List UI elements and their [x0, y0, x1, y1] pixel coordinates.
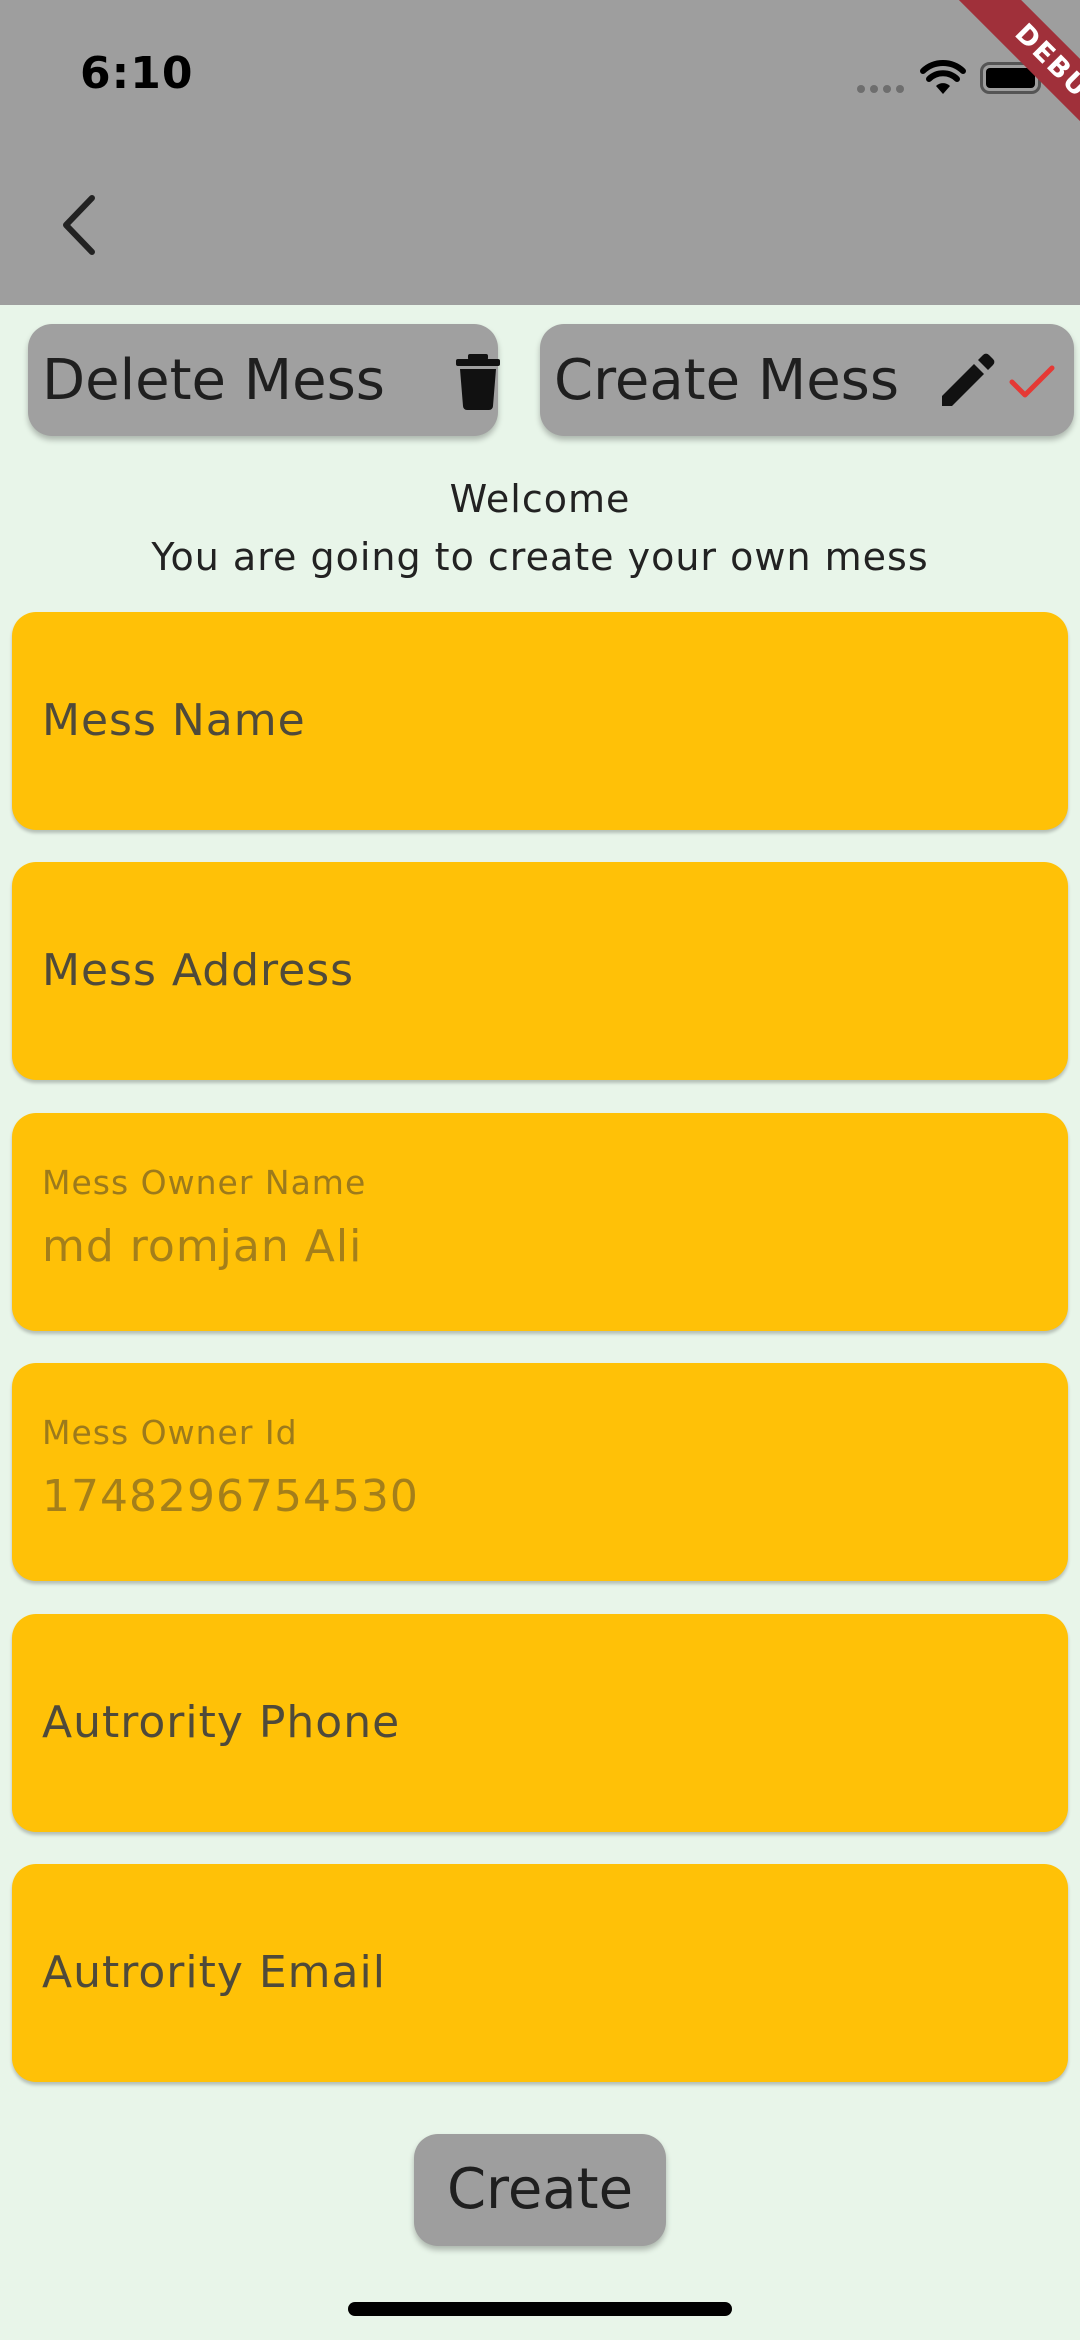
trash-icon	[456, 354, 500, 410]
mess-owner-id-label: Mess Owner Id	[42, 1413, 298, 1452]
create-mess-label: Create Mess	[554, 347, 899, 413]
delete-mess-button[interactable]: Delete Mess	[28, 324, 500, 436]
welcome-message: Welcome You are going to create your own…	[0, 470, 1080, 586]
status-time: 6:10	[80, 48, 194, 99]
home-indicator	[348, 2302, 732, 2316]
mess-address-field[interactable]: Mess Address	[12, 862, 1068, 1080]
mess-name-placeholder: Mess Name	[42, 695, 306, 746]
mess-owner-name-field[interactable]: Mess Owner Name md romjan Ali	[12, 1113, 1068, 1331]
check-icon	[1009, 365, 1055, 398]
pencil-icon	[942, 353, 995, 406]
mess-owner-name-label: Mess Owner Name	[42, 1163, 367, 1202]
authority-email-placeholder: Autrority Email	[42, 1947, 386, 1998]
create-mess-button[interactable]: Create Mess	[540, 324, 1074, 436]
wifi-icon	[920, 60, 966, 94]
mess-owner-name-value: md romjan Ali	[42, 1221, 363, 1272]
welcome-title: Welcome	[449, 477, 631, 521]
authority-phone-placeholder: Autrority Phone	[42, 1697, 401, 1748]
authority-email-field[interactable]: Autrority Email	[12, 1864, 1068, 2082]
mess-owner-id-field[interactable]: Mess Owner Id 1748296754530	[12, 1363, 1068, 1581]
authority-phone-field[interactable]: Autrority Phone	[12, 1614, 1068, 1832]
mess-address-placeholder: Mess Address	[42, 945, 355, 996]
battery-icon	[980, 62, 1046, 94]
signal-dots-icon	[857, 85, 904, 93]
mess-owner-id-value: 1748296754530	[42, 1471, 419, 1522]
delete-mess-label: Delete Mess	[42, 347, 385, 413]
mess-name-field[interactable]: Mess Name	[12, 612, 1068, 830]
welcome-subtitle: You are going to create your own mess	[151, 535, 929, 579]
back-chevron-icon[interactable]	[50, 190, 110, 260]
app-bar: 6:10 DEBUG	[0, 0, 1080, 305]
create-button[interactable]: Create	[414, 2134, 666, 2246]
